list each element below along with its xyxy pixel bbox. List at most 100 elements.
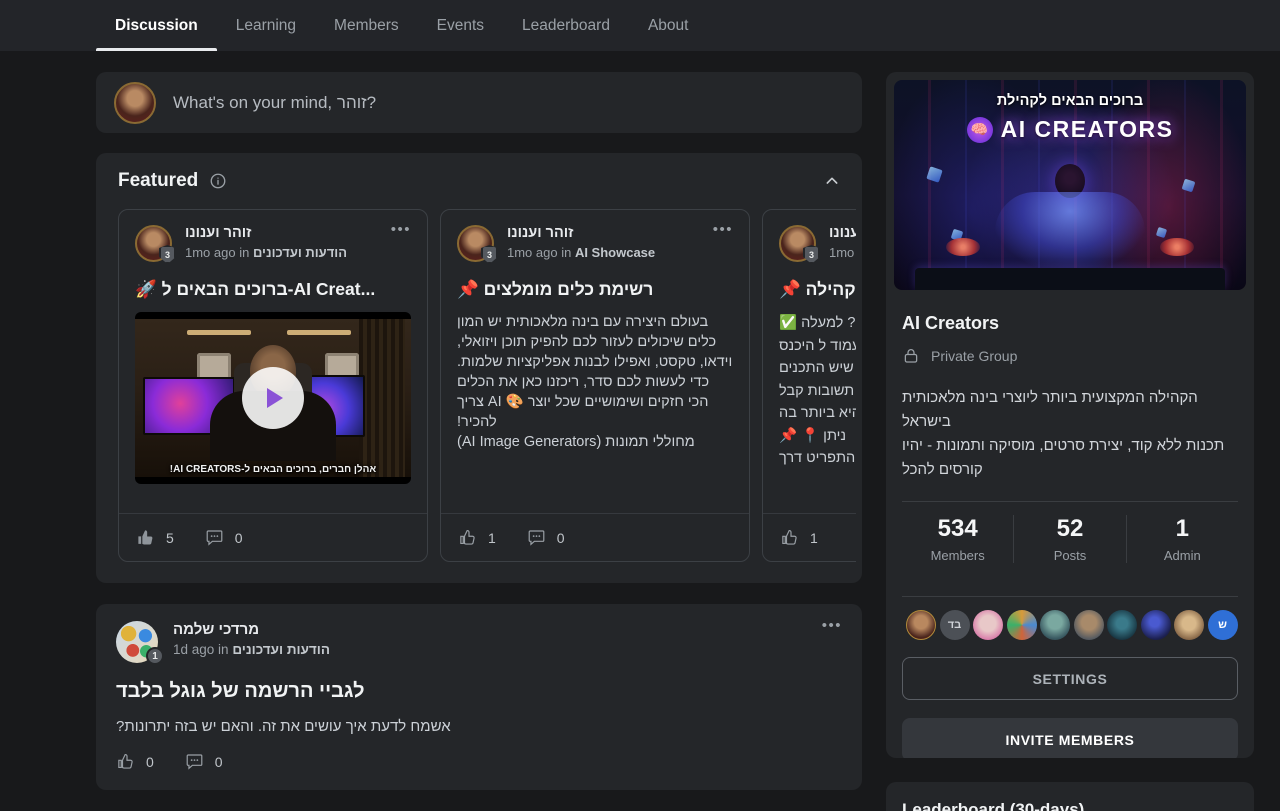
post-body-line: היא ביותר בה (779, 402, 856, 425)
more-options-icon[interactable]: ••• (822, 621, 842, 631)
member-avatar[interactable] (1074, 610, 1104, 640)
comment-button[interactable]: 0 (527, 528, 565, 547)
group-info-card: ברוכים הבאים לקהילת 🧠 AI CREATORS AI Cre… (886, 72, 1254, 758)
community-tab-bar: Discussion Learning Members Events Leade… (0, 0, 1280, 51)
tab-members[interactable]: Members (315, 0, 418, 51)
comment-count: 0 (557, 530, 565, 546)
post-channel[interactable]: הודעות ועדכונים (232, 642, 330, 657)
comment-icon (185, 752, 204, 771)
video-caption: אהלן חברים, ברוכים הבאים ל-AI CREATORS! (135, 464, 411, 475)
leaderboard-card: Leaderboard (30-days) (886, 782, 1254, 811)
post-title[interactable]: 🚀 ברוכים הבאים ל-AI Creat... (135, 279, 411, 300)
banner-brand-text: AI CREATORS (1001, 116, 1174, 143)
comment-count: 0 (235, 530, 243, 546)
stat-label: Members (902, 548, 1013, 563)
post-channel[interactable]: הודעות ועדכונים (253, 245, 347, 260)
banner-keyboard (915, 268, 1225, 290)
like-count: 5 (166, 530, 174, 546)
like-count: 0 (146, 754, 154, 770)
avatar: 3 (457, 225, 494, 262)
play-button[interactable] (242, 367, 304, 429)
post-body-line: 📌 📍 ניתן (779, 425, 856, 448)
tab-learning[interactable]: Learning (217, 0, 315, 51)
tab-about[interactable]: About (629, 0, 708, 51)
banner-welcome-text: ברוכים הבאים לקהילת (894, 93, 1246, 109)
post-body-line: ✅ למעלה ? (779, 312, 856, 335)
post-timestamp: 1mo ago in (185, 245, 253, 260)
stat-admins[interactable]: 1 Admin (1126, 515, 1238, 563)
settings-button[interactable]: SETTINGS (902, 657, 1238, 700)
info-icon[interactable] (209, 172, 227, 190)
thumbs-up-icon (780, 528, 799, 547)
lock-icon (902, 347, 920, 365)
post-meta: 1mo ago in AI Showcase (507, 245, 655, 260)
post-meta: 1d ago in הודעות ועדכונים (173, 642, 330, 657)
level-badge: 3 (803, 245, 820, 264)
tab-events[interactable]: Events (418, 0, 503, 51)
comment-count: 0 (215, 754, 223, 770)
post-timestamp: 1d ago in (173, 642, 232, 657)
post-author[interactable]: זוהר וענונו (829, 225, 856, 241)
comment-button[interactable]: 0 (185, 752, 223, 771)
invite-members-button[interactable]: INVITE MEMBERS (902, 718, 1238, 758)
member-avatar[interactable] (1107, 610, 1137, 640)
member-avatar[interactable] (906, 610, 936, 640)
member-avatar[interactable] (1007, 610, 1037, 640)
post-author[interactable]: זוהר וענונו (185, 225, 347, 241)
avatar: 1 (116, 621, 158, 663)
tab-leaderboard[interactable]: Leaderboard (503, 0, 629, 51)
post-title[interactable]: לגביי הרשמה של גוגל בלבד (116, 680, 842, 703)
stat-value: 1 (1127, 515, 1238, 543)
member-avatar[interactable] (1174, 610, 1204, 640)
tab-discussion[interactable]: Discussion (96, 0, 217, 51)
featured-post-card[interactable]: 3 זוהר וענונו 1mo ago in AI Showcase •••… (440, 209, 750, 562)
level-badge: 3 (159, 245, 176, 264)
post-channel[interactable]: AI Showcase (575, 245, 655, 260)
like-button[interactable]: 0 (116, 752, 154, 771)
post-title[interactable]: 📌 רשימת כלים מומלצים (457, 279, 733, 300)
post-meta: 1mo ago in הודעות ועדכונים (185, 245, 347, 260)
post-body: ✅ למעלה ? עמוד ל היכנס שיש התכנים תשובות… (779, 312, 856, 470)
group-sidebar: ברוכים הבאים לקהילת 🧠 AI CREATORS AI Cre… (886, 72, 1254, 811)
post-author[interactable]: מרדכי שלמה (173, 621, 330, 638)
group-banner-image[interactable]: ברוכים הבאים לקהילת 🧠 AI CREATORS (894, 80, 1246, 290)
featured-post-card[interactable]: 3 זוהר וענונו 1mo ago in הודעות ועדכונים… (762, 209, 856, 562)
level-badge: 3 (481, 245, 498, 264)
stat-value: 52 (1014, 515, 1125, 543)
video-thumbnail[interactable]: אהלן חברים, ברוכים הבאים ל-AI CREATORS! (135, 312, 411, 484)
level-badge: 1 (146, 647, 164, 665)
post-composer[interactable]: What's on your mind, זוהר? (96, 72, 862, 133)
post-title[interactable]: 📌 קהילה (779, 279, 856, 300)
more-options-icon[interactable]: ••• (391, 225, 411, 235)
post-body: אשמח לדעת איך עושים את זה. והאם יש בזה י… (116, 718, 842, 735)
member-avatars-row: בד ש (902, 597, 1238, 640)
thumbs-up-icon (136, 528, 155, 547)
post-author[interactable]: זוהר וענונו (507, 225, 655, 241)
thumbs-up-icon (116, 752, 135, 771)
post-body-line: תשובות קבל (779, 380, 856, 403)
member-avatar[interactable] (973, 610, 1003, 640)
like-button[interactable]: 1 (458, 528, 496, 547)
comment-icon (527, 528, 546, 547)
comment-button[interactable]: 0 (205, 528, 243, 547)
more-options-icon[interactable]: ••• (713, 225, 733, 235)
comment-icon (205, 528, 224, 547)
member-avatar[interactable] (1141, 610, 1171, 640)
featured-section: Featured 3 (96, 153, 862, 583)
post-body-line: עמוד ל היכנס (779, 335, 856, 358)
post-timestamp: 1mo ago in (829, 245, 856, 260)
like-button[interactable]: 5 (136, 528, 174, 547)
member-avatar[interactable] (1040, 610, 1070, 640)
post-body-line: שיש התכנים (779, 357, 856, 380)
member-avatar[interactable]: בד (940, 610, 970, 640)
like-button[interactable]: 1 (780, 528, 818, 547)
stat-members[interactable]: 534 Members (902, 515, 1013, 563)
avatar (114, 82, 156, 124)
collapse-chevron-up-icon[interactable] (824, 173, 840, 189)
stat-posts[interactable]: 52 Posts (1013, 515, 1125, 563)
post-meta: 1mo ago in הודעות ועדכונים (829, 245, 856, 260)
featured-post-card[interactable]: 3 זוהר וענונו 1mo ago in הודעות ועדכונים… (118, 209, 428, 562)
member-avatar[interactable]: ש (1208, 610, 1238, 640)
feed-post-card[interactable]: 1 מרדכי שלמה 1d ago in הודעות ועדכונים •… (96, 604, 862, 790)
post-body: בעולם היצירה עם בינה מלאכותית יש המון כל… (457, 312, 733, 452)
